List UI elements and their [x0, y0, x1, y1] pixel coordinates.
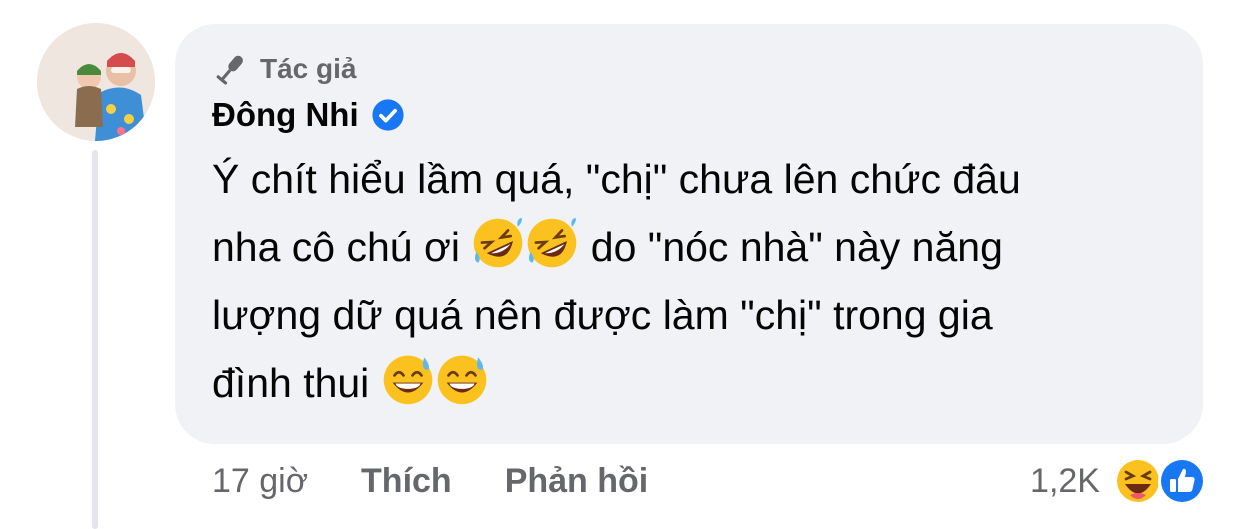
reply-button[interactable]: Phản hồi [505, 462, 649, 501]
reaction-summary[interactable]: 1,2K [1030, 455, 1208, 507]
comment-actions: 17 giờ Thích Phản hồi [212, 462, 701, 501]
comment-line-2-end: do "nóc nhà" này năng [590, 224, 1003, 270]
like-reaction-icon [1158, 457, 1206, 505]
verified-badge-icon [372, 99, 404, 131]
author-row: Đông Nhi [212, 96, 405, 134]
comment-line-3: lượng dữ quá nên được làm "chị" trong gi… [212, 292, 993, 338]
microphone-icon [216, 55, 243, 85]
author-badge: Tác giả [212, 50, 356, 88]
reply-thread-line [92, 150, 98, 529]
comment-page: Tác giả Đông Nhi Ý chít hiểu lầm quá, "c… [0, 0, 1242, 529]
comment-line-4: đình thui [212, 349, 1182, 417]
rolling-laughing-emoji-icon [474, 217, 523, 268]
comment-line-2-start: nha cô chú ơi [212, 224, 472, 270]
grinning-sweat-emoji-icon [383, 355, 432, 405]
grinning-sweat-emoji-icon [437, 355, 486, 405]
reaction-count: 1,2K [1030, 461, 1100, 500]
comment-text: Ý chít hiểu lầm quá, "chị" chưa lên chức… [212, 145, 1182, 417]
avatar[interactable] [37, 23, 155, 141]
avatar-photo [37, 23, 155, 141]
author-badge-label: Tác giả [260, 53, 357, 84]
rolling-laughing-emoji-icon [528, 217, 577, 268]
author-name[interactable]: Đông Nhi [212, 96, 359, 134]
comment-line-1: Ý chít hiểu lầm quá, "chị" chưa lên chức… [212, 156, 1021, 202]
comment-line-4-text: đình thui [212, 360, 381, 406]
like-button[interactable]: Thích [361, 462, 452, 501]
comment-line-2: nha cô chú ơi do "nóc nhà" này năng [212, 213, 1182, 281]
comment-timestamp[interactable]: 17 giờ [212, 462, 308, 501]
